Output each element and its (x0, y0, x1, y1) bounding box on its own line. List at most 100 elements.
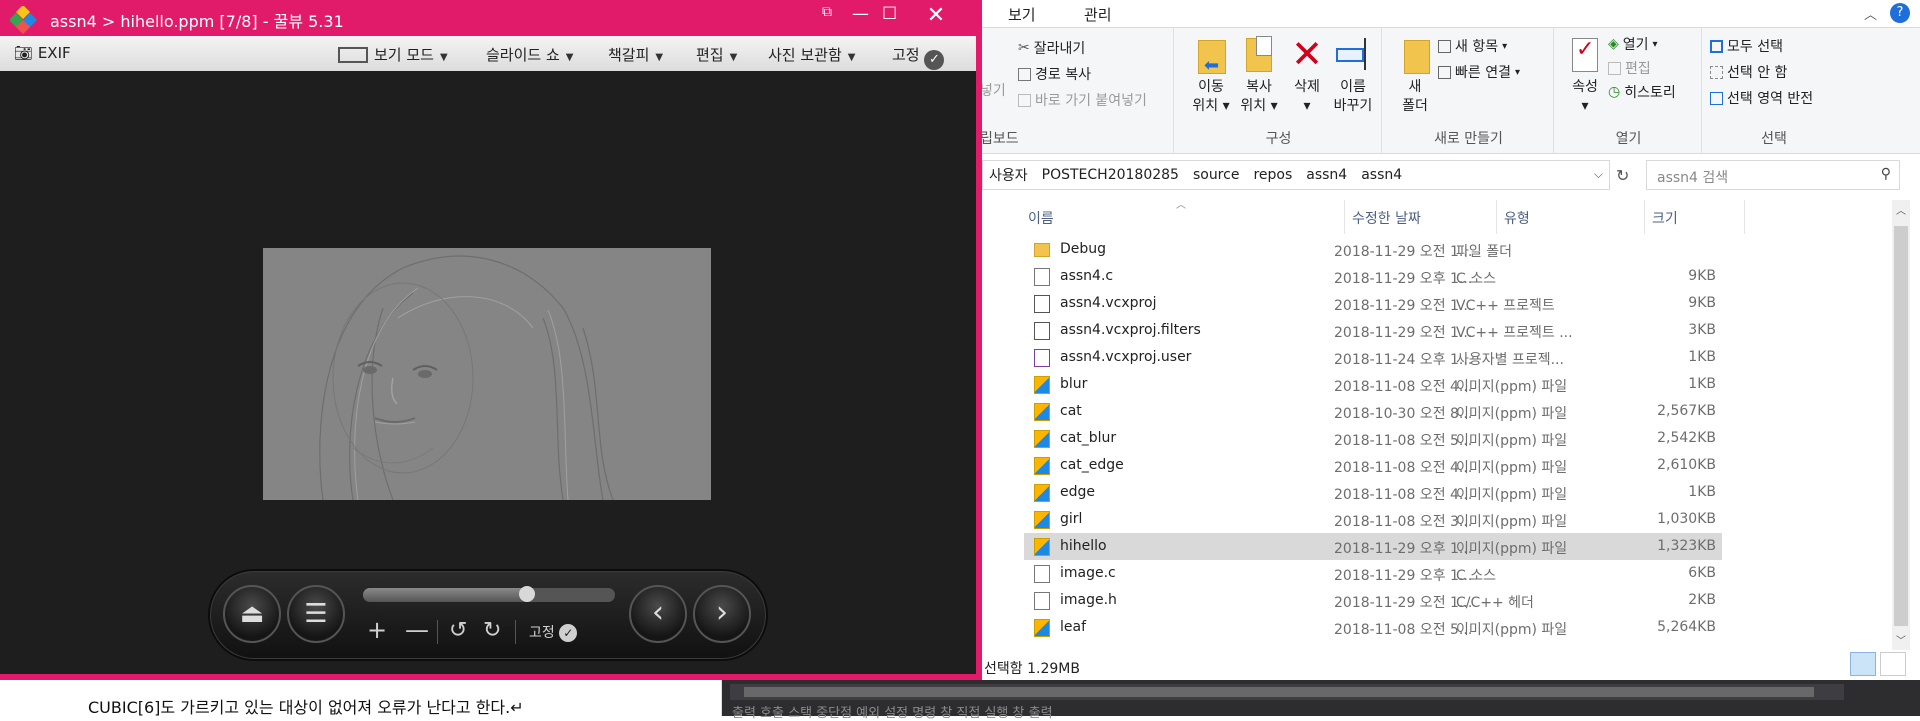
column-size[interactable]: 크기 (1652, 208, 1678, 228)
paste-shortcut-button[interactable]: 바로 가기 붙여넣기 (1018, 90, 1147, 110)
column-divider[interactable] (1744, 200, 1745, 234)
bookmark-menu[interactable]: 책갈피 ▼ (608, 44, 663, 65)
history-button[interactable]: ◷ 히스토리 (1608, 82, 1676, 102)
file-type: 사용자별 프로젝... (1456, 352, 1564, 368)
eject-button[interactable]: ⏏ (223, 585, 281, 643)
file-row[interactable]: cat_blur 2018-11-08 오전 5... 이미지(ppm) 파일 2,5… (1024, 425, 1722, 452)
breadcrumb-assn4[interactable]: assn4 (1306, 167, 1347, 183)
column-divider[interactable] (1344, 200, 1345, 234)
new-group: 새 폴더 새 항목 ▾ 빠른 연결 ▾ 새로 만들기 (1384, 28, 1554, 154)
new-folder-button[interactable]: 새 폴더 (1388, 34, 1442, 116)
new-item-button[interactable]: 새 항목 ▾ (1438, 36, 1507, 56)
select-all-button[interactable]: 모두 선택 (1710, 36, 1783, 56)
zoom-out-icon[interactable]: — (405, 616, 429, 644)
address-bar[interactable]: 사용자 POSTECH20180285 source repos assn4 a… (982, 160, 1610, 190)
breadcrumb-assn4-sub[interactable]: assn4 (1361, 167, 1402, 183)
scroll-up-icon[interactable]: ︿ (1896, 202, 1906, 217)
chevron-down-icon: ▼ (565, 52, 574, 63)
vertical-scrollbar[interactable]: ︿ ﹀ (1892, 200, 1910, 650)
column-type[interactable]: 유형 (1504, 208, 1530, 228)
close-icon[interactable]: ✕ (908, 2, 964, 30)
copy-path-button[interactable]: 경로 복사 (1018, 64, 1091, 84)
breadcrumb-postech[interactable]: POSTECH20180285 (1042, 167, 1179, 183)
rotate-left-icon[interactable]: ↺ (449, 618, 467, 643)
breadcrumb-source[interactable]: source (1193, 167, 1240, 183)
copy-to-button[interactable]: 복사 위치 ▾ (1232, 34, 1286, 116)
file-row[interactable]: cat_edge 2018-11-08 오전 4... 이미지(ppm) 파일 2,6… (1024, 452, 1722, 479)
select-none-button[interactable]: 선택 안 함 (1710, 62, 1787, 82)
file-row[interactable]: image.c 2018-11-29 오후 1... C 소스 6KB (1024, 560, 1722, 587)
breadcrumb-user[interactable]: 사용자 (989, 165, 1028, 185)
open-button[interactable]: ◈ 열기 ▾ (1608, 34, 1658, 54)
file-name: blur (1060, 376, 1088, 392)
large-icons-view-icon[interactable] (1880, 652, 1906, 676)
search-box[interactable]: assn4 검색 ⚲ (1646, 160, 1900, 190)
rotate-right-icon[interactable]: ↻ (483, 618, 501, 643)
file-row[interactable]: cat 2018-10-30 오전 8... 이미지(ppm) 파일 2,567KB (1024, 398, 1722, 425)
file-type: 이미지(ppm) 파일 (1456, 433, 1568, 449)
menu-button[interactable]: ☰ (287, 585, 345, 643)
tab-view[interactable]: 보기 (1008, 4, 1036, 25)
column-name[interactable]: 이름 (1028, 208, 1054, 228)
invert-selection-icon (1710, 91, 1723, 105)
file-row[interactable]: edge 2018-11-08 오전 4... 이미지(ppm) 파일 1KB (1024, 479, 1722, 506)
image-file-icon (1034, 511, 1050, 529)
file-row[interactable]: leaf 2018-11-08 오전 5... 이미지(ppm) 파일 5,264KB (1024, 614, 1722, 641)
address-history-chevron-icon[interactable]: ⌵ (1594, 167, 1603, 182)
embossed-portrait-image (263, 248, 711, 500)
edit-button[interactable]: 편집 (1608, 58, 1651, 78)
seek-knob[interactable] (518, 586, 535, 602)
move-to-button[interactable]: ⬅ 이동 위치 ▾ (1184, 34, 1238, 116)
column-divider[interactable] (1644, 200, 1645, 234)
file-row[interactable]: blur 2018-11-08 오전 4... 이미지(ppm) 파일 1KB (1024, 371, 1722, 398)
scroll-down-icon[interactable]: ﹀ (1896, 632, 1906, 647)
horizontal-scrollbar[interactable] (730, 684, 1844, 700)
help-icon[interactable]: ? (1890, 3, 1910, 23)
file-row[interactable]: assn4.c 2018-11-29 오후 1... C 소스 9KB (1024, 263, 1722, 290)
file-row[interactable]: Debug 2018-11-29 오전 1... 파일 폴더 (1024, 236, 1722, 263)
next-button[interactable]: › (693, 585, 751, 643)
properties-button[interactable]: ✓ 속성 ▾ (1558, 34, 1612, 116)
search-icon[interactable]: ⚲ (1881, 166, 1891, 182)
breadcrumb-repos[interactable]: repos (1253, 167, 1292, 183)
scrollbar-thumb[interactable] (744, 687, 1814, 697)
scrollbar-thumb[interactable] (1894, 226, 1908, 626)
collapse-ribbon-icon[interactable]: ︿ (1864, 4, 1877, 23)
previous-button[interactable]: ‹ (629, 585, 687, 643)
file-row[interactable]: assn4.vcxproj 2018-11-29 오전 1... VC++ 프로젝트… (1024, 290, 1722, 317)
slideshow-menu[interactable]: 슬라이드 쇼 ▼ (486, 44, 573, 65)
copy-to-label-2: 위치 (1240, 98, 1267, 114)
easy-access-button[interactable]: 빠른 연결 ▾ (1438, 62, 1520, 82)
zoom-in-icon[interactable]: + (367, 616, 387, 644)
file-type: C/C++ 헤더 (1456, 595, 1534, 611)
column-date[interactable]: 수정한 날짜 (1352, 208, 1421, 228)
file-row[interactable]: hihello 2018-11-29 오후 1... 이미지(ppm) 파일 1,32… (1024, 533, 1722, 560)
photo-gallery-menu[interactable]: 사진 보관함 ▼ (768, 44, 855, 65)
paste-button[interactable]: 넣기 (980, 80, 1006, 100)
image-canvas[interactable]: ⏏ ☰ + — ↺ ↻ 고정 ✓ ‹ › (0, 71, 976, 674)
file-row[interactable]: girl 2018-11-08 오전 3... 이미지(ppm) 파일 1,030KB (1024, 506, 1722, 533)
edit-menu[interactable]: 편집 ▼ (696, 44, 737, 65)
seek-slider[interactable] (363, 586, 615, 602)
controls-pin-button[interactable]: 고정 ✓ (529, 622, 578, 642)
file-row[interactable]: image.h 2018-11-29 오전 1... C/C++ 헤더 2KB (1024, 587, 1722, 614)
image-file-icon (1034, 376, 1050, 394)
exif-button[interactable]: 📷︎ EXIF (14, 44, 71, 62)
sort-up-icon: ︿ (1176, 200, 1186, 211)
rename-button[interactable]: 이름 바꾸기 (1326, 34, 1380, 116)
refresh-icon[interactable]: ↻ (1616, 166, 1629, 185)
cut-button[interactable]: ✂ 잘라내기 (1018, 38, 1085, 58)
maximize-icon[interactable]: ☐ (882, 4, 897, 24)
fullscreen-icon[interactable]: ⧉ (822, 4, 832, 20)
tab-manage[interactable]: 관리 (1084, 4, 1112, 25)
column-divider[interactable] (1496, 200, 1497, 234)
pin-button[interactable]: 고정 ✓ (892, 44, 945, 70)
details-view-icon[interactable] (1850, 652, 1876, 676)
invert-selection-button[interactable]: 선택 영역 반전 (1710, 88, 1813, 108)
minimize-icon[interactable]: — (852, 4, 869, 24)
file-row[interactable]: assn4.vcxproj.user 2018-11-24 오후 1... 사용자별… (1024, 344, 1722, 371)
chevron-down-icon: ▼ (439, 52, 448, 63)
pin-check-icon: ✓ (924, 50, 945, 70)
file-row[interactable]: assn4.vcxproj.filters 2018-11-29 오전 1... V… (1024, 317, 1722, 344)
view-mode-menu[interactable]: 보기 모드 ▼ (338, 44, 448, 65)
